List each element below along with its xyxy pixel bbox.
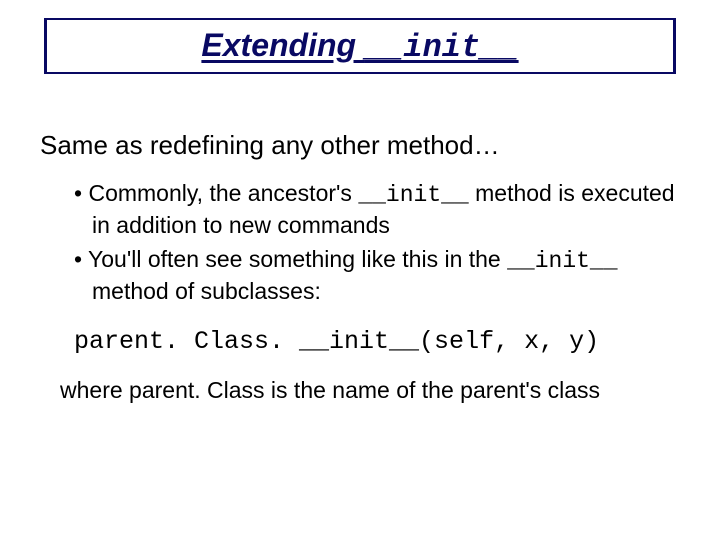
- bullet-text-mono: __init__: [358, 182, 468, 208]
- title-inner: Extending __init__: [47, 20, 673, 72]
- title-mono: __init__: [365, 29, 519, 66]
- bullet-text-pre: You'll often see something like this in …: [88, 246, 507, 272]
- bullet-text-mono: __init__: [507, 248, 617, 274]
- code-example: parent. Class. __init__(self, x, y): [74, 327, 680, 356]
- closing-paragraph: where parent. Class is the name of the p…: [60, 376, 670, 406]
- lead-paragraph: Same as redefining any other method…: [40, 130, 680, 161]
- slide-title: Extending __init__: [201, 27, 518, 66]
- bullet-text-post: method of subclasses:: [92, 278, 321, 304]
- bullet-list: • Commonly, the ancestor's __init__ meth…: [74, 179, 680, 307]
- bullet-item: • Commonly, the ancestor's __init__ meth…: [74, 179, 680, 241]
- bullet-text-pre: Commonly, the ancestor's: [88, 180, 358, 206]
- content-area: Same as redefining any other method… • C…: [40, 130, 680, 405]
- title-box: Extending __init__: [44, 18, 676, 74]
- slide: Extending __init__ Same as redefining an…: [0, 0, 720, 540]
- bullet-dot: •: [74, 246, 88, 272]
- bullet-item: • You'll often see something like this i…: [74, 245, 680, 307]
- title-plain: Extending: [201, 27, 365, 63]
- bullet-dot: •: [74, 180, 88, 206]
